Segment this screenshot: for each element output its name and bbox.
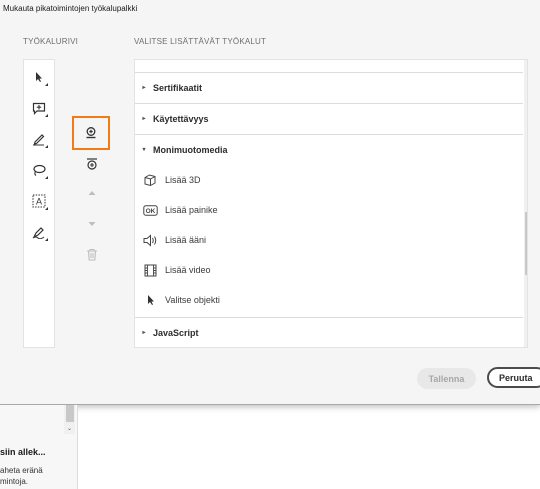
cursor-icon	[147, 295, 154, 305]
save-button[interactable]: Tallenna	[417, 368, 476, 389]
list-item[interactable]: Valitse objekti	[135, 285, 523, 315]
list-item-label: Lisää video	[165, 265, 211, 275]
chevron-right-icon: ▸	[142, 116, 146, 122]
scroll-up-arrow-icon[interactable]: ▲	[525, 62, 527, 68]
tool-list: ▸ Sertifikaatit ▸ Käytettävyys ▾ Monimuo…	[134, 59, 528, 348]
film-icon	[144, 264, 156, 276]
text-box-tool[interactable]: A	[28, 190, 50, 212]
select-tool[interactable]	[28, 66, 50, 88]
list-scrollbar[interactable]	[524, 60, 527, 347]
list-scrollbar-thumb[interactable]	[525, 212, 527, 275]
add-divider-button[interactable]	[73, 148, 111, 180]
text-box-icon: A	[32, 194, 46, 208]
list-item[interactable]: Lisää ääni	[135, 225, 523, 255]
trash-icon	[87, 248, 97, 261]
customize-toolbar-dialog: Mukauta pikatoimintojen työkalupalkki TY…	[0, 0, 540, 405]
chevron-down-icon[interactable]: ⌄	[64, 425, 75, 432]
comment-tool[interactable]	[28, 97, 50, 119]
arrow-up-icon	[88, 191, 96, 195]
chevron-down-icon: ▾	[142, 147, 146, 153]
background-heading: siin allek...	[0, 447, 46, 457]
cube-icon	[144, 174, 156, 187]
background-text-line: aheta eränä	[0, 466, 43, 475]
sign-tool[interactable]	[28, 221, 50, 243]
category-kaytettavyys[interactable]: ▸ Käytettävyys	[135, 103, 523, 133]
add-divider-icon	[87, 158, 97, 170]
lasso-icon	[33, 164, 46, 176]
ok-button-icon: OK	[142, 204, 158, 216]
list-item-label: Lisää painike	[165, 205, 218, 215]
category-label: Monimuotomedia	[153, 144, 228, 155]
category-label: Sertifikaatit	[153, 82, 203, 93]
category-label: Käytettävyys	[153, 113, 209, 124]
list-item[interactable]: Lisää 3D	[135, 165, 523, 195]
dialog-title: Mukauta pikatoimintojen työkalupalkki	[3, 4, 138, 13]
background-text-line: mintoja.	[0, 477, 29, 486]
toolbar-section-label: TYÖKALURIVI	[23, 37, 79, 46]
category-label: JavaScript	[153, 327, 199, 338]
delete-button[interactable]	[73, 238, 111, 270]
pen-icon	[33, 134, 45, 146]
highlight-tool[interactable]	[28, 128, 50, 150]
category-monimuotomedia[interactable]: ▾ Monimuotomedia	[135, 134, 523, 164]
add-tool-button[interactable]	[72, 116, 110, 150]
scroll-down-arrow-icon[interactable]: ▼	[525, 337, 527, 343]
move-up-button[interactable]	[73, 177, 111, 209]
list-item[interactable]: OK Lisää painike	[135, 195, 523, 225]
draw-tool[interactable]	[28, 159, 50, 181]
stamp-add-icon	[86, 127, 96, 139]
svg-text:A: A	[36, 197, 42, 207]
chevron-right-icon: ▸	[142, 330, 146, 336]
speaker-icon	[143, 233, 156, 247]
comment-plus-icon	[32, 102, 46, 115]
background-scrollbar-thumb[interactable]	[66, 405, 74, 422]
list-item[interactable]: Lisää video	[135, 255, 523, 285]
cursor-icon	[36, 72, 42, 82]
list-item-label: Valitse objekti	[165, 295, 220, 305]
move-down-button[interactable]	[73, 208, 111, 240]
tools-section-label: VALITSE LISÄTTÄVÄT TYÖKALUT	[134, 37, 267, 46]
list-item-label: Lisää ääni	[165, 235, 207, 245]
svg-text:OK: OK	[145, 208, 155, 215]
quick-tools-toolbar: A	[23, 59, 55, 348]
cancel-button[interactable]: Peruuta	[487, 367, 540, 388]
signature-pen-icon	[32, 227, 45, 239]
category-sertifikaatit[interactable]: ▸ Sertifikaatit	[135, 72, 523, 102]
chevron-right-icon: ▸	[142, 85, 146, 91]
arrow-down-icon	[88, 222, 96, 226]
list-item-label: Lisää 3D	[165, 175, 201, 185]
category-javascript[interactable]: ▸ JavaScript	[135, 317, 523, 347]
